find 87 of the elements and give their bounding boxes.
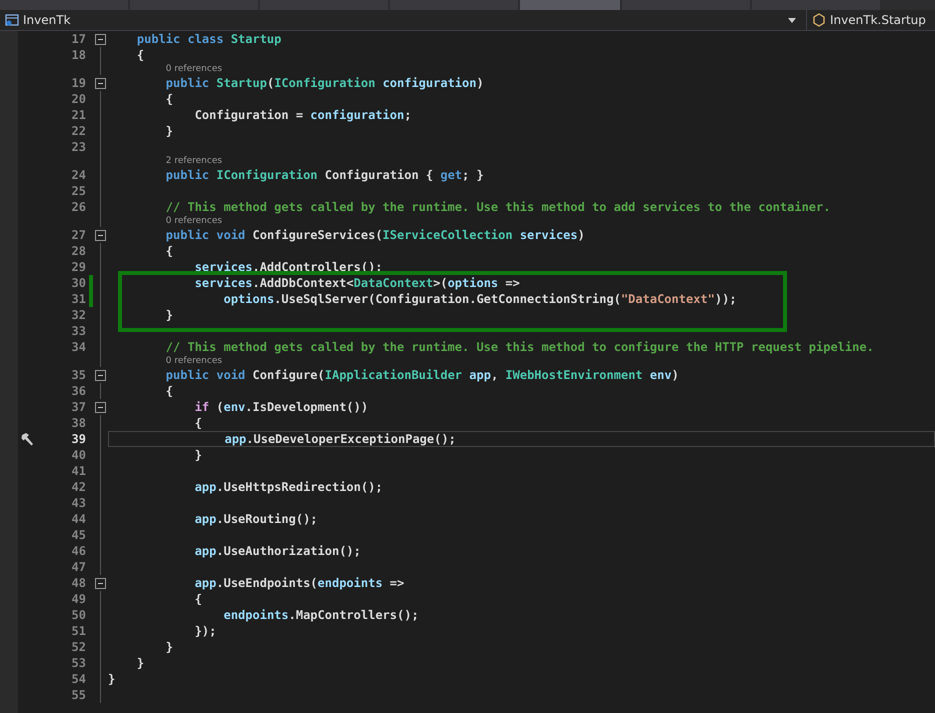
line-number: 44 (70, 512, 86, 526)
line-number: 47 (70, 560, 86, 574)
member-dropdown[interactable]: InvenTk.Startup (806, 10, 935, 30)
line-number: 34 (70, 340, 86, 354)
code-line: app.UseEndpoints(endpoints => (194, 576, 404, 590)
code-line: app.UseHttpsRedirection(); (194, 480, 383, 494)
code-line: { (166, 384, 174, 398)
line-number: 22 (70, 124, 86, 138)
code-line: } (166, 640, 174, 654)
caret-icon (788, 18, 796, 22)
line-number: 25 (70, 184, 86, 198)
code-line: options.UseSqlServer(Configuration.GetConnectionString("DataContext")); (224, 292, 737, 306)
collapse-icon[interactable] (95, 578, 106, 588)
line-number: 53 (70, 656, 86, 670)
code-line: app.UseRouting(); (194, 512, 318, 526)
line-number: 46 (70, 544, 86, 558)
line-number: 30 (70, 276, 86, 290)
line-number: 32 (70, 308, 86, 322)
line-number: 23 (70, 140, 86, 154)
line-number: 49 (70, 592, 86, 606)
code-line: }); (194, 624, 216, 638)
code-line: } (194, 448, 202, 462)
line-number: 20 (70, 92, 86, 106)
collapse-icon[interactable] (95, 78, 106, 88)
code-line: public class Startup (136, 32, 282, 46)
code-line: } (108, 672, 116, 686)
line-number: 51 (70, 624, 86, 638)
line-number: 52 (70, 640, 86, 654)
code-line: // This method gets called by the runtime. Use this method to configure the HTTP request pipeline. (166, 340, 874, 354)
reference-count-link[interactable]: 2 references (166, 156, 222, 166)
project-dropdown[interactable]: InvenTk (0, 10, 806, 30)
code-line: { (136, 48, 144, 62)
line-number: 35 (70, 368, 86, 382)
line-number: 29 (70, 260, 86, 274)
code-line: // This method gets called by the runtime. Use this method to add services to the container. (166, 200, 830, 214)
code-line: app.UseDeveloperExceptionPage(); (224, 432, 456, 446)
line-number: 48 (70, 576, 86, 590)
code-line: { (194, 592, 202, 606)
line-number: 54 (70, 672, 86, 686)
class-icon (812, 13, 826, 27)
line-number: 36 (70, 384, 86, 398)
line-number: 50 (70, 608, 86, 622)
reference-count-link[interactable]: 0 references (166, 216, 222, 226)
line-number: 41 (70, 464, 86, 478)
code-line: services.AddControllers(); (194, 260, 383, 274)
collapse-icon[interactable] (95, 370, 106, 380)
line-number: 17 (70, 32, 86, 46)
code-line: if (env.IsDevelopment()) (194, 400, 368, 414)
line-number: 43 (70, 496, 86, 510)
line-number: 39 (70, 432, 86, 446)
code-line: } (166, 308, 174, 322)
line-number: 27 (70, 228, 86, 242)
code-line: public IConfiguration Configuration { get; } (166, 168, 484, 182)
code-line: { (166, 92, 174, 106)
code-line: { (166, 244, 174, 258)
collapse-icon[interactable] (95, 34, 106, 44)
code-line: endpoints.MapControllers(); (224, 608, 419, 622)
code-line: services.AddDbContext<DataContext>(options => (194, 276, 520, 290)
line-number: 38 (70, 416, 86, 430)
line-number: 33 (70, 324, 86, 338)
line-number: 55 (70, 688, 86, 702)
code-line: public void Configure(IApplicationBuilder app, IWebHostEnvironment env) (166, 368, 679, 382)
line-number: 19 (70, 76, 86, 90)
collapse-icon[interactable] (95, 230, 106, 240)
line-number: 26 (70, 200, 86, 214)
line-number: 24 (70, 168, 86, 182)
code-line: app.UseAuthorization(); (194, 544, 361, 558)
code-line: { (194, 416, 202, 430)
member-name: InvenTk.Startup (830, 13, 927, 27)
line-number: 45 (70, 528, 86, 542)
code-line: public Startup(IConfiguration configuration) (166, 76, 484, 90)
code-line: Configuration = configuration; (194, 108, 412, 122)
project-name: InvenTk (23, 13, 72, 27)
collapse-icon[interactable] (95, 402, 106, 412)
line-number: 21 (70, 108, 86, 122)
line-number: 31 (70, 292, 86, 306)
line-number: 37 (70, 400, 86, 414)
line-number: 28 (70, 244, 86, 258)
code-line: } (166, 124, 174, 138)
code-line: } (136, 656, 144, 670)
code-line: public void ConfigureServices(IServiceCollection services) (166, 228, 585, 242)
line-number: 42 (70, 480, 86, 494)
line-number: 40 (70, 448, 86, 462)
reference-count-link[interactable]: 0 references (166, 64, 222, 74)
reference-count-link[interactable]: 0 references (166, 356, 222, 366)
project-icon (5, 13, 19, 27)
line-number: 18 (70, 48, 86, 62)
